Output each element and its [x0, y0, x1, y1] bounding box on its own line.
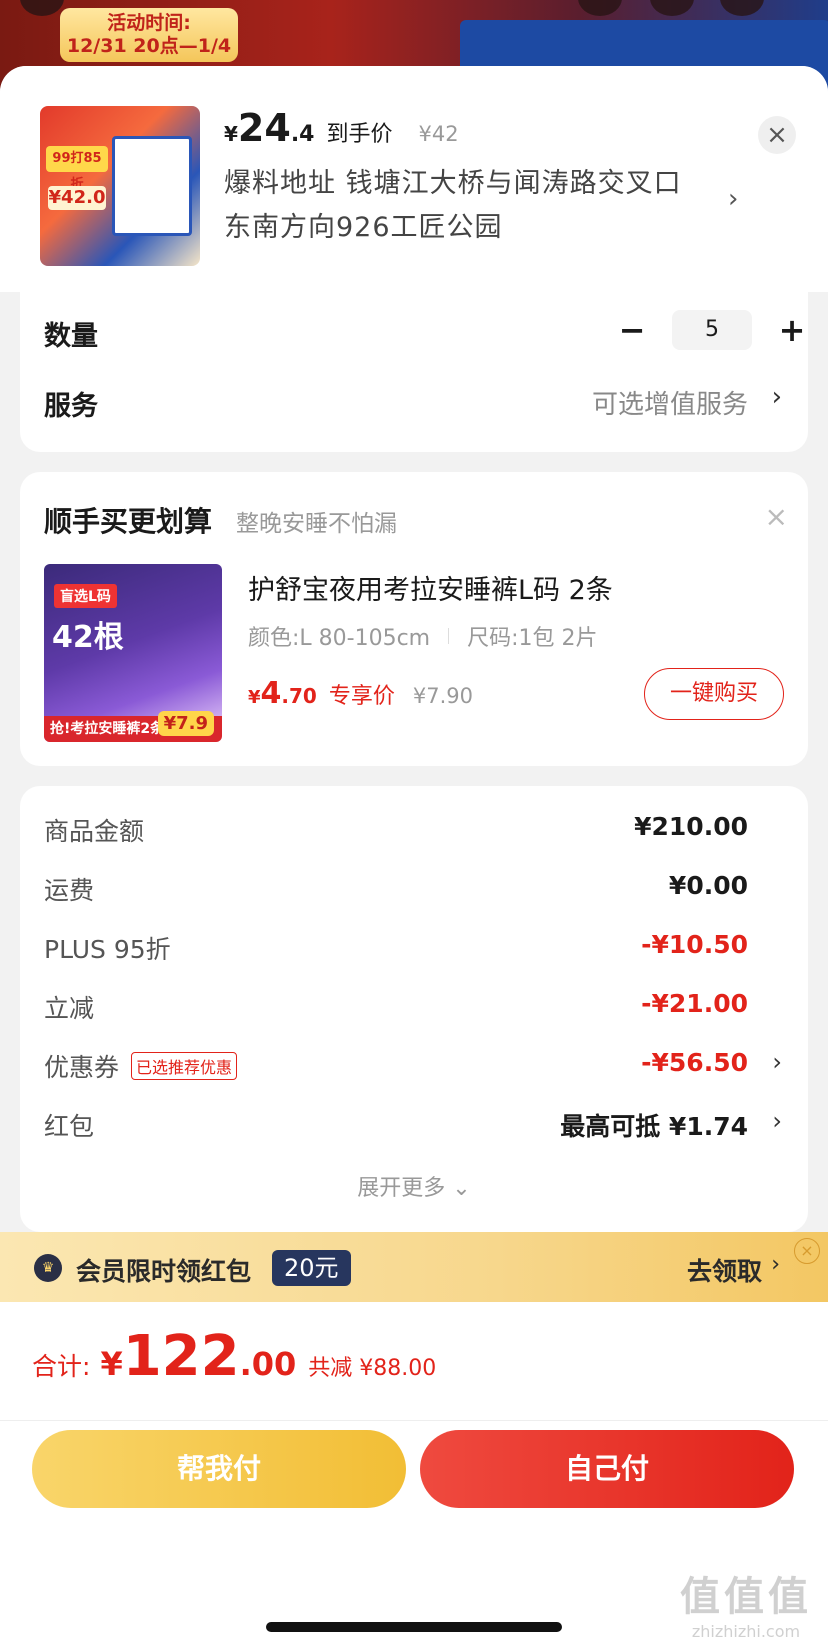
addon-product-name[interactable]: 护舒宝夜用考拉安睡裤L码 2条 [248, 568, 613, 607]
fee-summary-card: 商品金额 ¥210.00 运费 ¥0.00 PLUS 95折 -¥10.50 立… [20, 786, 808, 1232]
quantity-input[interactable]: 5 [672, 310, 752, 350]
addon-thumb-price: ¥7.9 [157, 711, 214, 736]
price-integer: 24 [237, 106, 291, 150]
divider [0, 1420, 828, 1421]
claim-button[interactable]: 去领取 [687, 1252, 762, 1288]
chevron-right-icon[interactable]: › [771, 1252, 780, 1277]
close-icon[interactable]: × [794, 1238, 820, 1264]
watermark-logo: 值值值 [680, 1574, 812, 1620]
circle-icon [578, 0, 622, 16]
circle-icon [650, 0, 694, 16]
addon-price-currency: ¥ [248, 687, 261, 708]
service-value[interactable]: 可选增值服务 [592, 384, 748, 421]
event-time-label: 活动时间: [107, 12, 191, 34]
total-currency: ¥ [100, 1345, 123, 1383]
fee-label: 商品金额 [44, 817, 145, 846]
fee-label-group: 优惠券 已选推荐优惠 [44, 1048, 238, 1084]
order-total: 合计: ¥ 122 .00 共减 ¥88.00 [32, 1324, 436, 1389]
watermark: 值值值 zhizhizhi.com [680, 1564, 812, 1641]
fee-row-plus-discount: PLUS 95折 -¥10.50 [20, 930, 808, 970]
circle-icon [20, 0, 64, 16]
addon-title: 顺手买更划算 [44, 505, 213, 538]
quantity-service-card: 数量 − 5 + 服务 可选增值服务 › [20, 292, 808, 452]
price-currency: ¥ [224, 122, 238, 146]
fee-row-subtotal: 商品金额 ¥210.00 [20, 812, 808, 852]
coupon-selected-badge: 已选推荐优惠 [131, 1052, 238, 1080]
fee-value: ¥0.00 [668, 871, 748, 900]
addon-card: 顺手买更划算 整晚安睡不怕漏 × 盲选L码 42根 抢!考拉安睡裤2条 ¥7.9… [20, 472, 808, 766]
addon-specs: 颜色:L 80-105cm 尺码:1包 2片 [248, 620, 598, 652]
product-header: 99打85折 ¥42.0 ¥ 24 .4 到手价 ¥42 爆料地址 钱塘江大桥与… [0, 66, 828, 292]
close-button[interactable]: × [758, 116, 796, 154]
price-decimal: .4 [290, 122, 315, 147]
expand-more-label: 展开更多 [357, 1176, 446, 1201]
fee-value: -¥21.00 [641, 989, 748, 1018]
product-package-image [112, 136, 192, 236]
event-time-badge: 活动时间: 12/31 20点—1/4 [60, 8, 238, 62]
increase-button[interactable]: + [770, 311, 814, 349]
delivery-address[interactable]: 爆料地址 钱塘江大桥与闻涛路交叉口东南方向926工匠公园 [224, 162, 704, 250]
addon-thumb-headline: 42根 [52, 620, 124, 655]
addon-original-price: ¥7.90 [412, 684, 473, 708]
decrease-button[interactable]: − [610, 311, 654, 349]
chevron-right-icon[interactable]: › [772, 1107, 782, 1135]
fee-label: 红包 [44, 1112, 95, 1141]
chevron-down-icon: ⌄ [452, 1176, 471, 1201]
fee-row-red-packet[interactable]: 红包 最高可抵 ¥1.74 › [20, 1107, 808, 1147]
close-icon[interactable]: × [765, 500, 788, 533]
addon-price: ¥ 4 .70 专享价 ¥7.90 [248, 676, 473, 711]
addon-spec-color: 颜色:L 80-105cm [248, 626, 431, 651]
total-label: 合计: [32, 1352, 91, 1381]
chevron-right-icon[interactable]: › [728, 184, 738, 214]
member-red-packet-banner: ♛ 会员限时领红包 20元 去领取 › × [0, 1232, 828, 1302]
crown-icon: ♛ [34, 1254, 62, 1282]
spec-divider [448, 628, 450, 644]
member-banner-text: 会员限时领红包 [76, 1257, 252, 1286]
addon-spec-size: 尺码:1包 2片 [467, 626, 598, 651]
home-indicator[interactable] [266, 1622, 562, 1632]
watermark-url: zhizhizhi.com [691, 1622, 801, 1641]
checkout-bar: 合计: ¥ 122 .00 共减 ¥88.00 帮我付 自己付 值值值 zhiz… [0, 1302, 828, 1645]
price-label: 到手价 [326, 122, 393, 147]
circle-icon [720, 0, 764, 16]
fee-label: 立减 [44, 994, 95, 1023]
addon-price-label: 专享价 [328, 684, 395, 709]
fee-label: PLUS 95折 [44, 935, 171, 964]
fee-label: 优惠券 [44, 1053, 120, 1082]
addon-thumbnail[interactable]: 盲选L码 42根 抢!考拉安睡裤2条 ¥7.9 [44, 564, 222, 742]
one-click-buy-button[interactable]: 一键购买 [644, 668, 784, 720]
fee-value: -¥10.50 [641, 930, 748, 959]
fee-row-instant-discount: 立减 -¥21.00 [20, 989, 808, 1029]
product-price: ¥ 24 .4 到手价 ¥42 [224, 106, 459, 150]
thumb-promo-tag: 99打85折 [46, 146, 108, 192]
quantity-label: 数量 [44, 321, 98, 352]
pay-myself-button[interactable]: 自己付 [420, 1430, 794, 1508]
help-me-pay-button[interactable]: 帮我付 [32, 1430, 406, 1508]
total-savings: 共减 ¥88.00 [308, 1356, 437, 1381]
service-label: 服务 [44, 391, 98, 422]
addon-subtitle: 整晚安睡不怕漏 [236, 511, 397, 537]
expand-more-button[interactable]: 展开更多 ⌄ [20, 1170, 808, 1202]
total-decimal: .00 [239, 1345, 297, 1383]
thumb-price-tag: ¥42.0 [48, 186, 106, 210]
chevron-right-icon[interactable]: › [772, 382, 782, 412]
fee-row-shipping: 运费 ¥0.00 [20, 871, 808, 911]
chevron-right-icon[interactable]: › [772, 1048, 782, 1076]
fee-row-coupon[interactable]: 优惠券 已选推荐优惠 -¥56.50 › [20, 1048, 808, 1088]
fee-value: -¥56.50 [641, 1048, 748, 1077]
addon-thumb-tag: 盲选L码 [54, 584, 117, 608]
total-integer: 122 [122, 1324, 240, 1389]
quantity-stepper: − 5 + [610, 310, 814, 350]
original-price: ¥42 [418, 122, 459, 146]
addon-price-integer: 4 [260, 676, 282, 711]
fee-label: 运费 [44, 876, 95, 905]
member-amount-badge: 20元 [272, 1250, 351, 1286]
fee-value: 最高可抵 ¥1.74 [560, 1112, 748, 1141]
product-thumbnail: 99打85折 ¥42.0 [40, 106, 200, 266]
event-time-range: 12/31 20点—1/4 [66, 35, 232, 57]
fee-value: ¥210.00 [634, 812, 748, 841]
addon-price-decimal: .70 [281, 684, 317, 708]
